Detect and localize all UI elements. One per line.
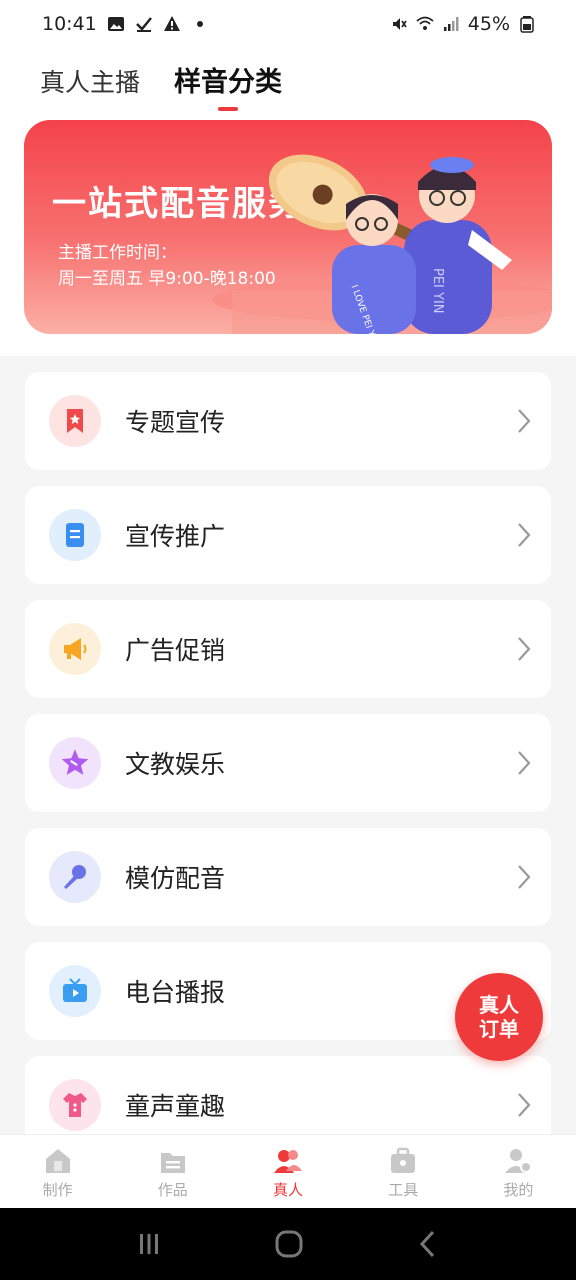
nav-item-tools[interactable]: 工具 — [346, 1135, 461, 1208]
check-icon — [135, 17, 152, 32]
list-item-category[interactable]: 广告促销 — [25, 600, 551, 698]
category-label: 童声童趣 — [125, 1092, 226, 1121]
list-item-category[interactable]: 宣传推广 — [25, 486, 551, 584]
mute-icon — [392, 18, 407, 30]
nav-item-real[interactable]: 真人 — [230, 1135, 345, 1208]
category-label: 广告促销 — [125, 636, 226, 665]
category-label: 专题宣传 — [125, 408, 226, 437]
bottom-nav: 制作 作品 真人 工具 我的 — [0, 1134, 576, 1208]
chevron-right-icon — [518, 409, 531, 433]
battery-icon — [520, 16, 534, 33]
document-icon — [49, 509, 101, 561]
chevron-right-icon — [518, 865, 531, 889]
top-tabs: 真人主播 样音分类 — [40, 60, 282, 111]
megaphone-icon — [49, 623, 101, 675]
dot-icon — [196, 21, 203, 27]
status-time: 10:41 — [42, 13, 97, 35]
banner-hours-label: 主播工作时间： — [58, 243, 177, 263]
works-icon — [160, 1153, 185, 1173]
category-label: 电台播报 — [125, 978, 226, 1007]
chevron-right-icon — [518, 751, 531, 775]
category-label: 模仿配音 — [125, 864, 226, 893]
gallery-icon — [107, 17, 124, 31]
category-label: 宣传推广 — [125, 522, 226, 551]
nav-item-works[interactable]: 作品 — [115, 1135, 230, 1208]
wifi-icon — [416, 16, 434, 30]
system-nav-bar — [0, 1208, 576, 1280]
list-item-category[interactable]: 专题宣传 — [25, 372, 551, 470]
nav-item-mine[interactable]: 我的 — [461, 1135, 576, 1208]
profile-icon — [505, 1149, 533, 1173]
recent-apps-icon[interactable] — [135, 1230, 163, 1258]
battery-percent: 45% — [467, 13, 510, 35]
category-label: 文教娱乐 — [125, 750, 226, 779]
microphone-icon — [49, 851, 101, 903]
toolbox-icon — [391, 1147, 416, 1173]
back-icon[interactable] — [415, 1229, 441, 1259]
baby-clothes-icon — [49, 1079, 101, 1131]
people-icon — [274, 1150, 302, 1173]
promo-banner[interactable]: 一站式配音服务 主播工作时间： 周一至周五 早9:00-晚18:00 PEI Y… — [24, 120, 552, 334]
tv-icon — [49, 965, 101, 1017]
tab-real-anchor[interactable]: 真人主播 — [40, 63, 140, 111]
fab-line2: 订单 — [479, 1017, 519, 1041]
list-item-category[interactable]: 模仿配音 — [25, 828, 551, 926]
home-icon[interactable] — [274, 1229, 304, 1259]
chevron-right-icon — [518, 637, 531, 661]
chevron-right-icon — [518, 1093, 531, 1117]
nav-label: 制作 — [42, 1181, 73, 1199]
chevron-right-icon — [518, 523, 531, 547]
signal-icon — [443, 17, 459, 31]
bookmark-star-icon — [49, 395, 101, 447]
nav-label: 作品 — [157, 1181, 188, 1199]
warning-icon — [163, 16, 180, 31]
fab-line1: 真人 — [479, 993, 519, 1017]
nav-label: 工具 — [388, 1181, 419, 1199]
make-icon — [45, 1149, 70, 1173]
banner-illustration: PEI YIN I LOVE PEI YIN — [212, 154, 552, 334]
list-item-category[interactable]: 文教娱乐 — [25, 714, 551, 812]
banner-art-text-1: PEI YIN — [430, 268, 445, 314]
real-order-button[interactable]: 真人 订单 — [455, 973, 543, 1061]
tab-sample-category[interactable]: 样音分类 — [174, 60, 282, 111]
nav-item-make[interactable]: 制作 — [0, 1135, 115, 1208]
nav-label: 真人 — [273, 1181, 304, 1199]
nav-label: 我的 — [503, 1181, 534, 1199]
star-icon — [49, 737, 101, 789]
status-bar: 10:41 45% — [0, 0, 576, 48]
